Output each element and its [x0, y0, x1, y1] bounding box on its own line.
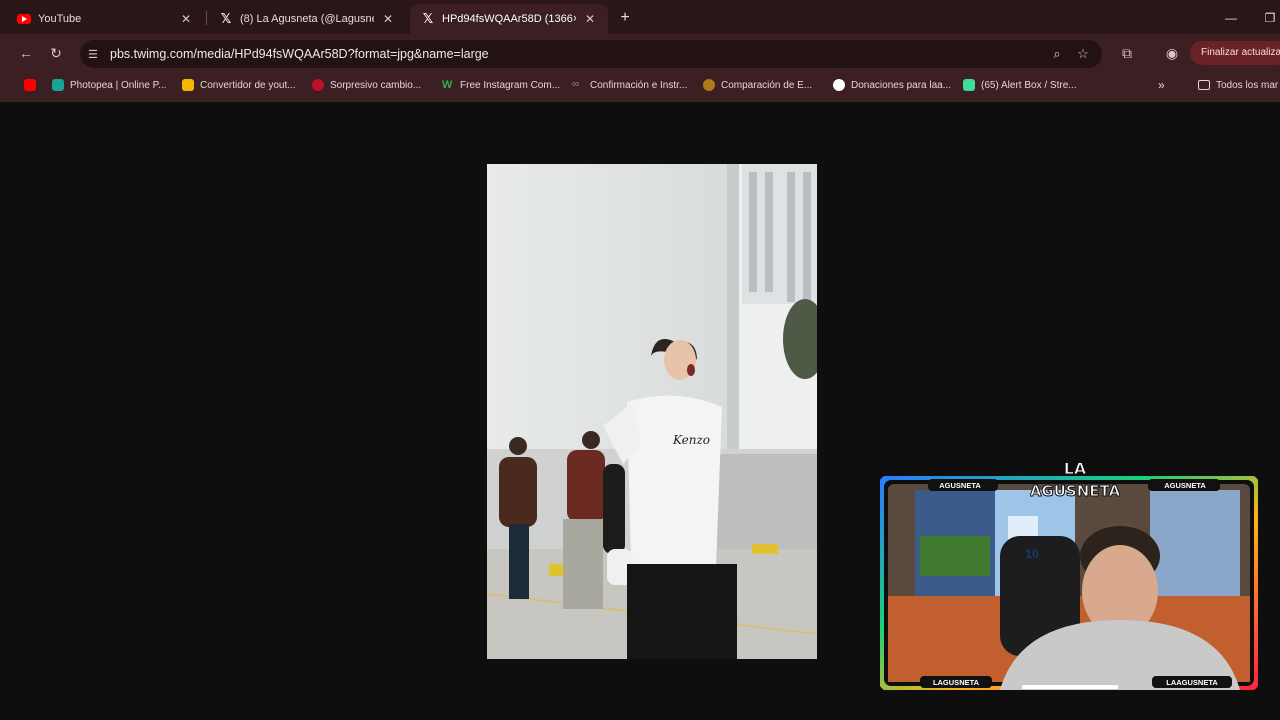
webcam-frame: AGUSNETA AGUSNETA LAGUSNETA LAAGUSNETA 1… [878, 474, 1260, 692]
close-icon[interactable]: ✕ [178, 11, 194, 27]
bookmark-free-instagram[interactable]: W Free Instagram Com... [442, 76, 560, 94]
tiktok-handle: LAAGUSNETA [1166, 678, 1218, 687]
bookmark-label: Confirmación e Instr... [590, 79, 688, 91]
browser-chrome: YouTube ✕ 𝕏 (8) La Agusneta (@Lagusneta)… [0, 0, 1280, 102]
minimize-icon[interactable]: — [1221, 8, 1241, 28]
folder-icon [1198, 80, 1210, 90]
bookmark-label: Comparación de E... [721, 79, 813, 91]
bookmark-star-icon[interactable]: ☆ [1074, 45, 1092, 63]
tab-title: YouTube [38, 13, 82, 25]
svg-text:LA: LA [1064, 459, 1087, 478]
viewed-image[interactable]: Kenzo [487, 164, 817, 659]
bookmark-label: Todos los mar [1216, 79, 1279, 91]
new-tab-button[interactable]: + [615, 8, 635, 28]
youtube-handle: AGUSNETA [1164, 481, 1206, 490]
youtube-icon [24, 79, 36, 91]
news-icon [312, 79, 324, 91]
close-icon[interactable]: ✕ [582, 11, 598, 27]
url-text[interactable]: pbs.twimg.com/media/HPd94fsWQAAr58D?form… [110, 47, 489, 61]
tab-title: HPd94fsWQAAr58D (1366×204 [442, 13, 576, 25]
reload-icon[interactable]: ↻ [44, 41, 68, 65]
jersey-number: 10 [1025, 547, 1039, 561]
extensions-icon[interactable]: ⧉ [1115, 41, 1139, 65]
photopea-icon [52, 79, 64, 91]
streamlabs-icon [963, 79, 975, 91]
streamer-logo: LA AGUSNETA [1029, 452, 1121, 506]
bookmark-label: Sorpresivo cambio... [330, 79, 422, 91]
bookmark-convertidor[interactable]: Convertidor de yout... [182, 76, 296, 94]
bookmark-label: Convertidor de yout... [200, 79, 296, 91]
x-icon: 𝕏 [220, 11, 232, 27]
tab-image[interactable]: 𝕏 HPd94fsWQAAr58D (1366×204 ✕ [410, 4, 608, 34]
all-bookmarks-folder[interactable]: Todos los mar [1198, 76, 1278, 94]
instagram-handle: AGUSNETA [939, 481, 981, 490]
photo-scene: Kenzo [487, 164, 817, 659]
zoom-icon[interactable]: ⌕ [1048, 45, 1066, 63]
converter-icon [182, 79, 194, 91]
restore-icon[interactable]: ❐ [1260, 8, 1280, 28]
update-button[interactable]: Finalizar actualiza [1190, 41, 1280, 65]
site-settings-icon[interactable]: ☰ [88, 48, 102, 61]
tab-la-agusneta[interactable]: 𝕏 (8) La Agusneta (@Lagusneta) / ✕ [208, 4, 406, 34]
donation-icon [833, 79, 845, 91]
x-handle: LAGUSNETA [933, 678, 980, 687]
globe-icon [703, 79, 715, 91]
w-icon: W [442, 79, 453, 91]
bookmark-alert-box[interactable]: (65) Alert Box / Stre... [963, 76, 1077, 94]
toolbar: ← ↻ ☰ pbs.twimg.com/media/HPd94fsWQAAr58… [0, 36, 1280, 70]
bookmarks-bar: Photopea | Online P... Convertidor de yo… [0, 72, 1280, 98]
tab-strip: YouTube ✕ 𝕏 (8) La Agusneta (@Lagusneta)… [0, 0, 1280, 34]
address-bar[interactable]: ☰ pbs.twimg.com/media/HPd94fsWQAAr58D?fo… [80, 40, 1102, 68]
back-icon[interactable]: ← [14, 41, 38, 65]
bookmark-donaciones[interactable]: Donaciones para laa... [833, 76, 951, 94]
close-icon[interactable]: ✕ [380, 11, 396, 27]
x-icon: 𝕏 [422, 11, 434, 27]
shirt-logo-text: Kenzo [672, 433, 710, 447]
bookmark-photopea[interactable]: Photopea | Online P... [52, 76, 166, 94]
svg-text:AGUSNETA: AGUSNETA [1030, 482, 1120, 500]
webcam-overlay: AGUSNETA AGUSNETA LAGUSNETA LAAGUSNETA 1… [878, 474, 1260, 692]
tab-title: (8) La Agusneta (@Lagusneta) / [240, 13, 374, 25]
tab-separator [206, 11, 207, 25]
bookmark-youtube[interactable] [24, 76, 42, 94]
more-bookmarks-icon[interactable]: » [1158, 76, 1165, 94]
bookmark-label: Donaciones para laa... [851, 79, 952, 91]
bookmark-label: Free Instagram Com... [460, 79, 561, 91]
link-icon: ∞ [572, 79, 580, 90]
bookmark-comparacion[interactable]: Comparación de E... [703, 76, 812, 94]
bookmark-sorpresivo[interactable]: Sorpresivo cambio... [312, 76, 421, 94]
bookmark-label: (65) Alert Box / Stre... [981, 79, 1077, 91]
tab-youtube[interactable]: YouTube ✕ [6, 4, 204, 34]
youtube-icon [16, 11, 32, 27]
bookmark-confirmacion[interactable]: ∞ Confirmación e Instr... [572, 76, 687, 94]
bookmark-label: Photopea | Online P... [70, 79, 167, 91]
profile-icon[interactable]: ◉ [1160, 41, 1184, 65]
